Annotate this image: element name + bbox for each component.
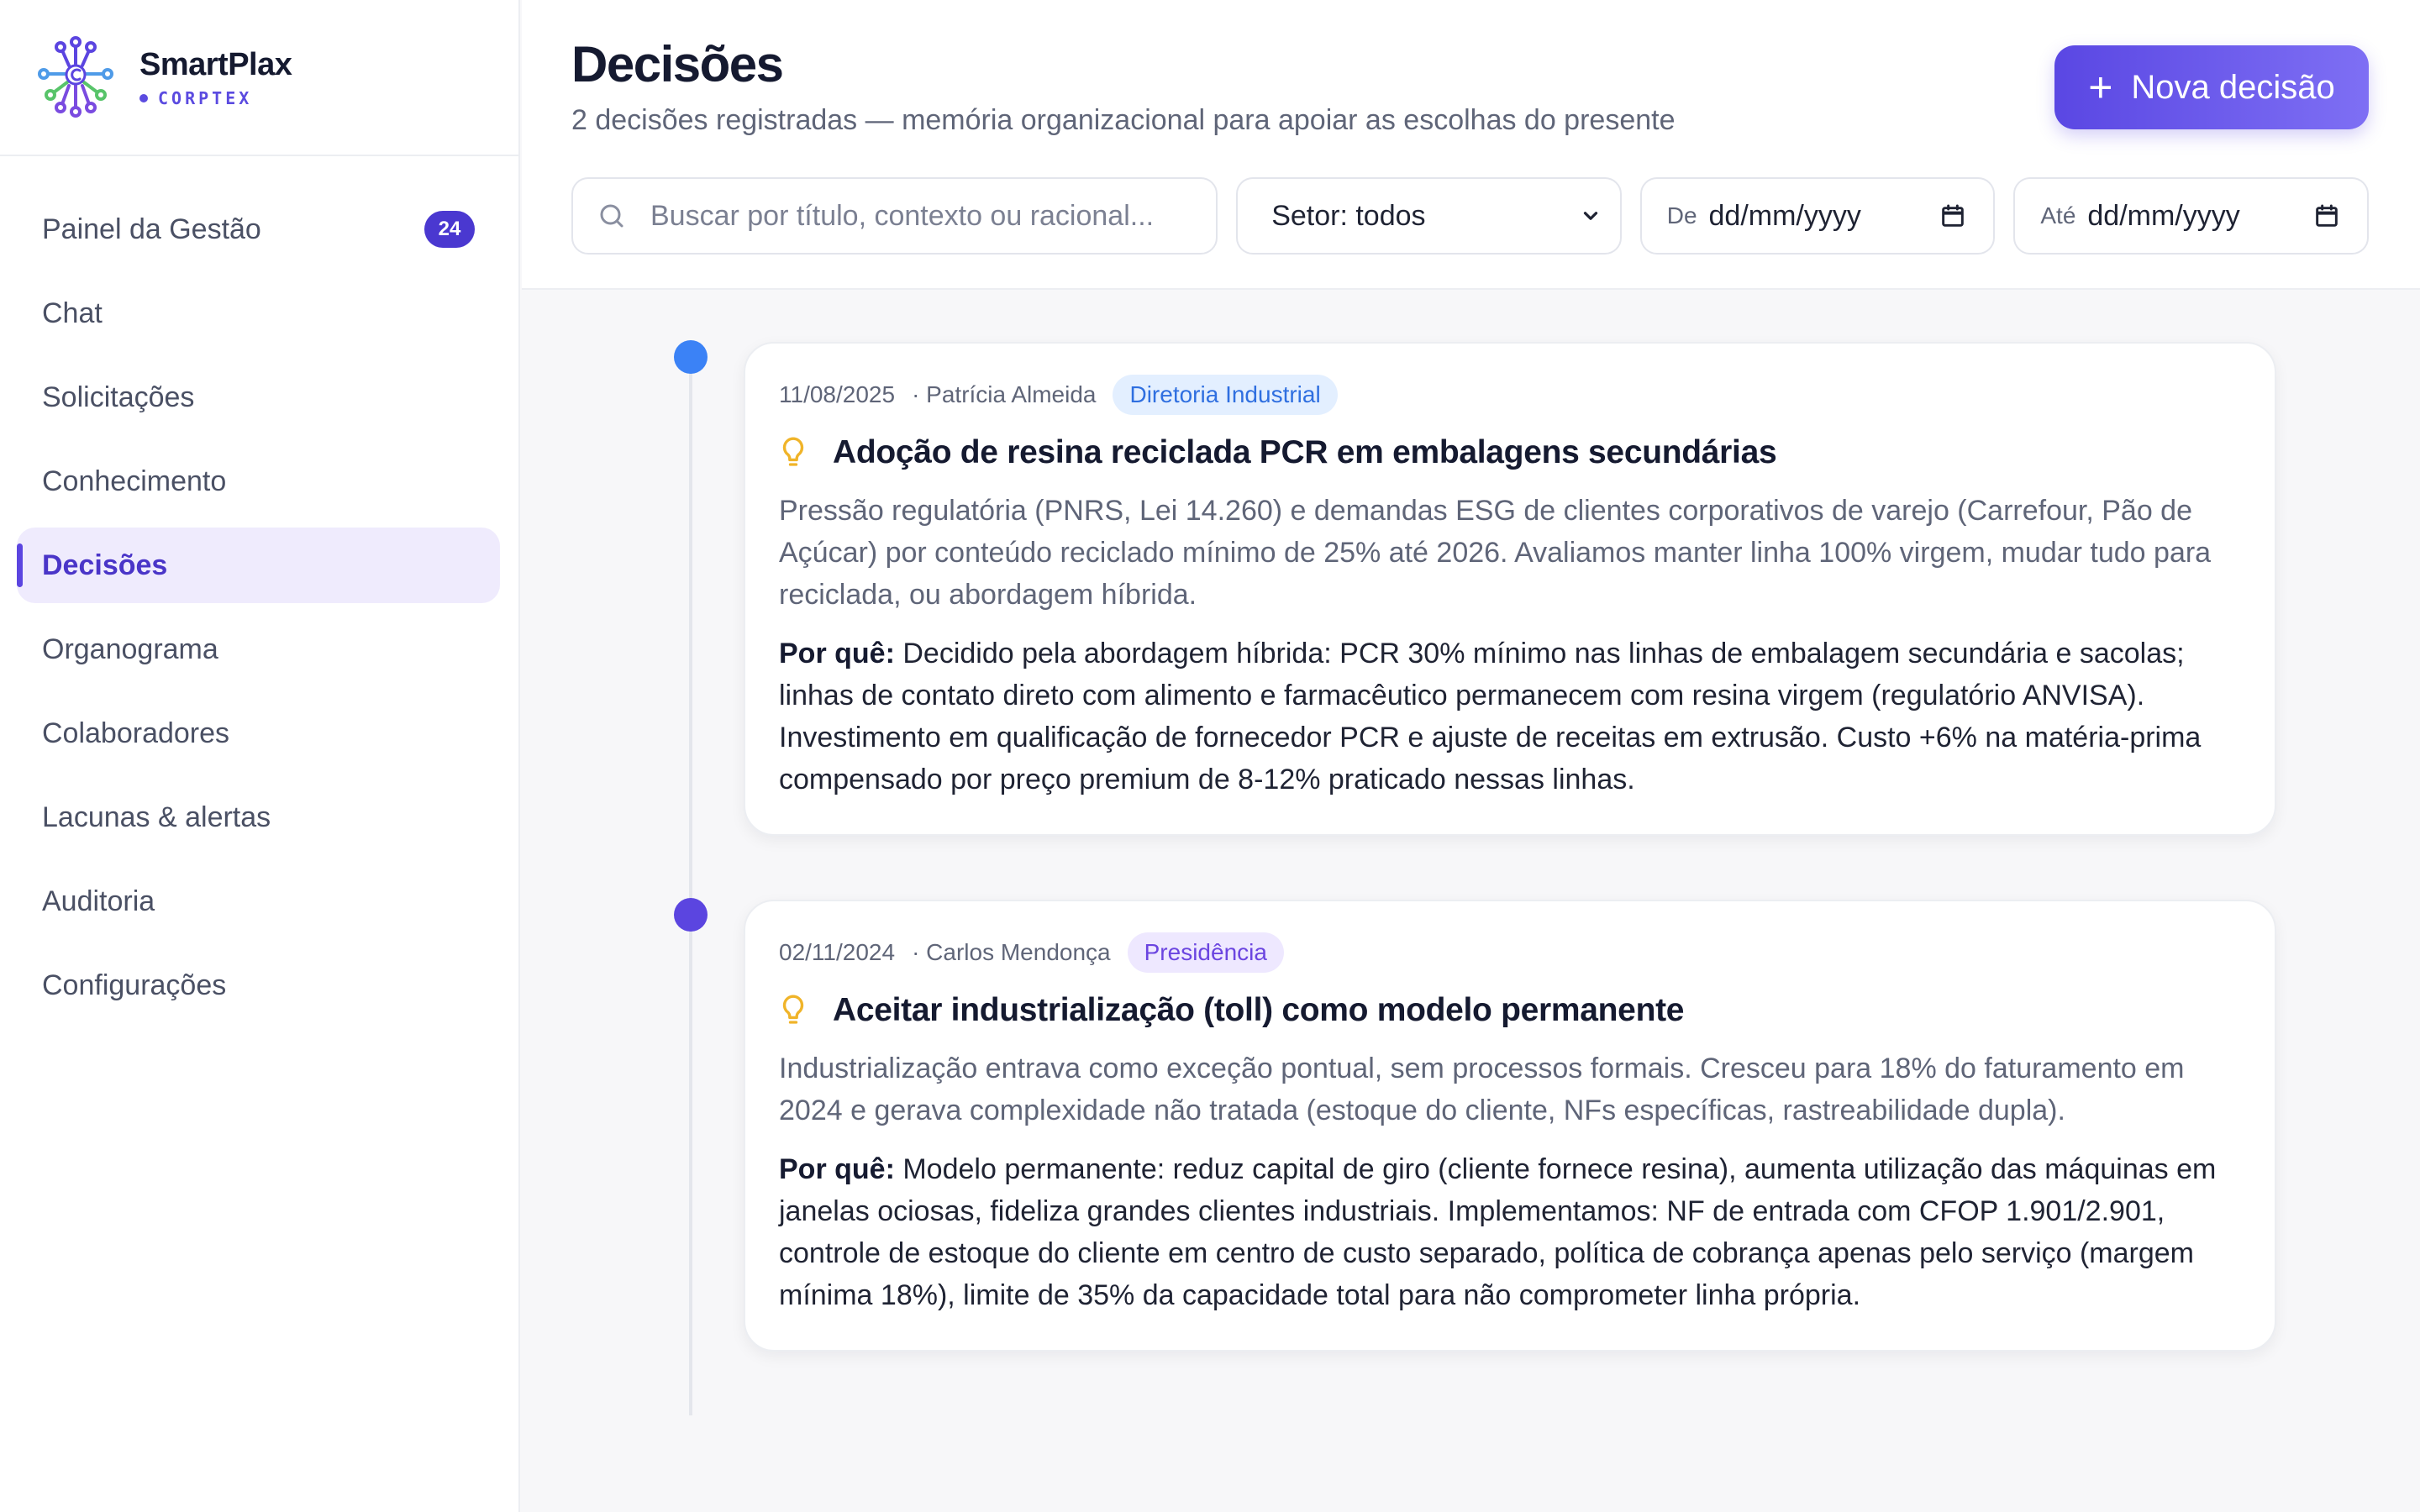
page-subtitle: 2 decisões registradas — memória organiz… <box>571 104 1676 136</box>
sector-tag: Diretoria Industrial <box>1113 375 1338 415</box>
decision-card[interactable]: 11/08/2025 · Patrícia Almeida Diretoria … <box>744 342 2276 836</box>
sidebar-item-decisoes[interactable]: Decisões <box>17 528 500 603</box>
sidebar-item-colaboradores[interactable]: Colaboradores <box>17 696 500 771</box>
sidebar-item-label: Painel da Gestão <box>42 213 261 245</box>
notification-badge: 24 <box>424 211 475 248</box>
plus-icon: + <box>2088 64 2113 111</box>
chevron-down-icon <box>1583 212 1597 220</box>
sidebar-item-label: Chat <box>42 297 103 329</box>
search-box[interactable] <box>571 177 1218 255</box>
brand[interactable]: SmartPlax CORPTEX <box>0 0 518 156</box>
decision-author: · Carlos Mendonça <box>912 939 1111 965</box>
sidebar-item-chat[interactable]: Chat <box>17 276 500 351</box>
decision-meta: 02/11/2024 · Carlos Mendonça Presidência <box>779 932 2241 974</box>
search-input[interactable] <box>650 199 1188 233</box>
brand-logo-icon <box>38 36 113 118</box>
timeline-dot <box>674 898 708 932</box>
decision-context: Pressão regulatória (PNRS, Lei 14.260) e… <box>779 495 2212 611</box>
decision-rationale: Por quê: Decidido pela abordagem híbrida… <box>779 638 2202 795</box>
sector-select-value: Setor: todos <box>1271 199 1426 232</box>
sector-tag: Presidência <box>1127 932 1284 973</box>
sector-select[interactable]: Setor: todos <box>1236 177 1622 255</box>
page-header: Decisões 2 decisões registradas — memóri… <box>522 0 2420 290</box>
sidebar-item-painel-da-gestao[interactable]: Painel da Gestão 24 <box>17 192 500 267</box>
brand-name: SmartPlax <box>139 46 292 82</box>
sidebar-item-lacunas-alertas[interactable]: Lacunas & alertas <box>17 780 500 855</box>
date-to-field[interactable]: Até dd/mm/yyyy <box>2013 177 2369 255</box>
search-icon <box>600 204 623 228</box>
decision-context: Industrialização entrava como exceção po… <box>779 1053 2185 1126</box>
sidebar-item-conhecimento[interactable]: Conhecimento <box>17 444 500 519</box>
sidebar-item-label: Organograma <box>42 633 218 665</box>
decision-rationale: Por quê: Modelo permanente: reduz capita… <box>779 1153 2217 1311</box>
decision-title[interactable]: Aceitar industrialização (toll) como mod… <box>779 992 2241 1029</box>
date-to-value: dd/mm/yyyy <box>2087 199 2240 232</box>
timeline-line <box>689 357 692 1415</box>
sidebar-item-label: Configurações <box>42 969 227 1001</box>
lightbulb-icon <box>782 437 804 466</box>
decision-author: · Patrícia Almeida <box>912 381 1097 407</box>
brand-subtitle: CORPTEX <box>139 88 292 108</box>
page-title: Decisões <box>571 36 784 92</box>
decision-date: 11/08/2025 <box>779 381 896 407</box>
date-from-value: dd/mm/yyyy <box>1708 199 1861 232</box>
sidebar-item-label: Colaboradores <box>42 717 230 749</box>
date-from-field[interactable]: De dd/mm/yyyy <box>1639 177 1996 255</box>
sidebar-item-configuracoes[interactable]: Configurações <box>17 948 500 1023</box>
sidebar-item-solicitacoes[interactable]: Solicitações <box>17 360 500 435</box>
date-from-label: De <box>1666 202 1697 228</box>
date-to-label: Até <box>2040 202 2076 228</box>
sidebar-nav: Painel da Gestão 24 Chat Solicitações Co… <box>17 192 500 1032</box>
decision-meta: 11/08/2025 · Patrícia Almeida Diretoria … <box>779 374 2241 416</box>
rationale-label: Por quê: <box>779 638 895 669</box>
sidebar-item-label: Decisões <box>42 549 168 581</box>
new-decision-button[interactable]: + Nova decisão <box>2054 45 2369 129</box>
sidebar-item-label: Auditoria <box>42 885 155 917</box>
sidebar-item-label: Solicitações <box>42 381 195 413</box>
filter-bar: Setor: todos De dd/mm/yyyy Até dd/mm/yyy… <box>571 177 2369 255</box>
new-decision-label: Nova decisão <box>2131 68 2335 106</box>
rationale-label: Por quê: <box>779 1153 895 1185</box>
sidebar-item-label: Conhecimento <box>42 465 227 497</box>
decision-date: 02/11/2024 <box>779 939 896 965</box>
sidebar: SmartPlax CORPTEX Painel da Gestão 24 Ch… <box>0 0 520 1512</box>
calendar-icon[interactable] <box>2313 202 2340 229</box>
lightbulb-icon <box>782 995 804 1024</box>
timeline-dot <box>674 340 708 374</box>
sidebar-item-auditoria[interactable]: Auditoria <box>17 864 500 939</box>
calendar-icon[interactable] <box>1939 202 1966 229</box>
sidebar-item-label: Lacunas & alertas <box>42 801 271 833</box>
decision-title[interactable]: Adoção de resina reciclada PCR em embala… <box>779 434 2241 471</box>
sidebar-item-organograma[interactable]: Organograma <box>17 612 500 687</box>
decision-card[interactable]: 02/11/2024 · Carlos Mendonça Presidência… <box>744 900 2276 1352</box>
